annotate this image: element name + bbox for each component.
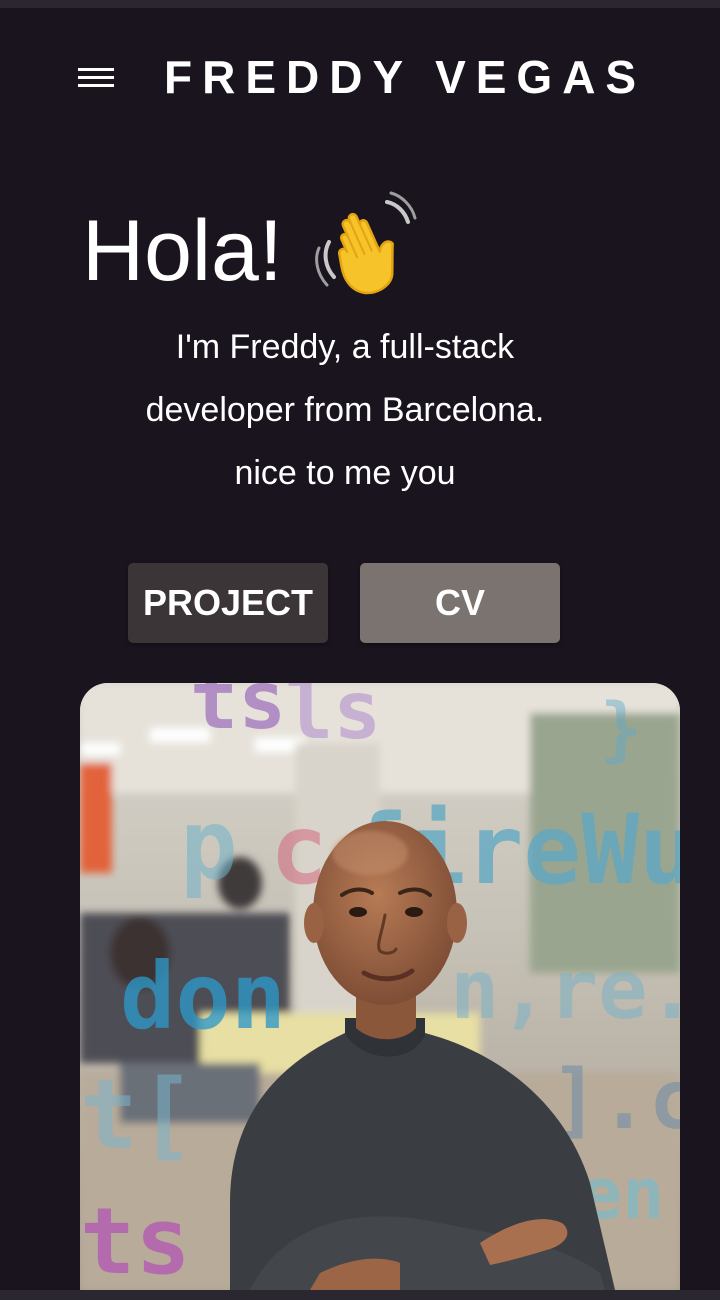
- svg-text:p: p: [180, 789, 238, 901]
- hamburger-menu-icon: [78, 66, 114, 90]
- menu-button[interactable]: [76, 62, 116, 94]
- intro-line: I'm Freddy, a full-stack: [175, 328, 515, 366]
- hero-greeting: Hola!: [82, 203, 283, 299]
- intro-line: nice to me you: [234, 454, 456, 492]
- hero-title: Hola!: [82, 191, 421, 306]
- bottom-edge: [0, 1290, 720, 1300]
- svg-text:}: }: [600, 688, 642, 770]
- top-edge: [0, 0, 720, 8]
- site-header: FREDDY VEGAS: [0, 40, 720, 116]
- waving-hand-icon: [314, 191, 417, 295]
- svg-text:n,re.: n,re.: [450, 943, 680, 1038]
- site-brand[interactable]: FREDDY VEGAS: [164, 50, 646, 104]
- hero-actions: PROJECT CV: [128, 563, 560, 643]
- portrait-photo: ts ls } p c fireWu don n,re. t[ ].c ts e…: [80, 683, 680, 1290]
- intro-line: developer from Barcelona.: [145, 391, 545, 429]
- svg-text:ts: ts: [190, 683, 286, 747]
- project-button[interactable]: PROJECT: [128, 563, 328, 643]
- svg-text:don: don: [120, 943, 286, 1050]
- svg-text:t[: t[: [80, 1059, 196, 1171]
- cv-button[interactable]: CV: [360, 563, 560, 643]
- svg-text:ts: ts: [80, 1188, 191, 1290]
- portrait-illustration: ts ls } p c fireWu don n,re. t[ ].c ts e…: [80, 683, 680, 1290]
- intro-text: I'm Freddy, a full-stack developer from …: [40, 316, 650, 505]
- svg-text:].c: ].c: [550, 1053, 680, 1148]
- svg-text:ls: ls: [285, 683, 381, 757]
